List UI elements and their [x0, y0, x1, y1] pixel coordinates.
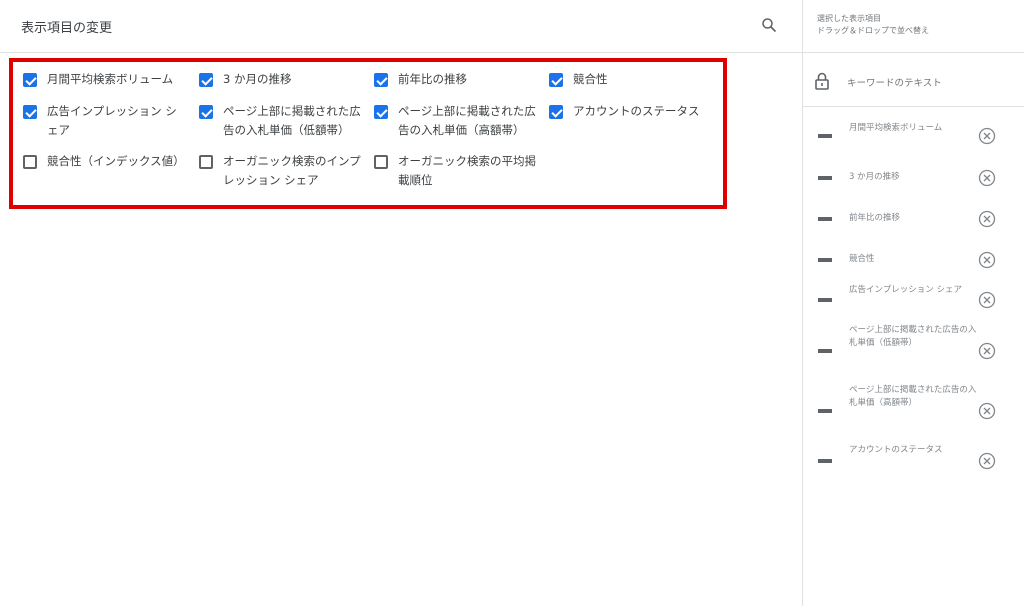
header: 表示項目の変更 — [0, 0, 802, 53]
selected-item-label: アカウントのステータス — [849, 445, 943, 455]
option-top-of-page-bid-high[interactable]: ページ上部に掲載された広告の入札単価（高額帯） — [374, 102, 539, 140]
selected-item[interactable]: 3 か月の推移 — [803, 164, 1024, 194]
remove-circle-icon[interactable] — [978, 127, 996, 145]
keyword-text-label: キーワードのテキスト — [847, 78, 942, 89]
selected-columns-title: 選択した表示項目 ドラッグ＆ドロップで並べ替え — [817, 13, 929, 37]
option-organic-average-position[interactable]: オーガニック検索の平均掲載順位 — [374, 152, 539, 190]
selected-item-label: 3 か月の推移 — [849, 172, 900, 182]
option-three-month-trend[interactable]: 3 か月の推移 — [199, 70, 364, 89]
selected-item-label: ページ上部に掲載された広告の入札単価（高額帯） — [849, 385, 977, 408]
drag-handle-icon[interactable] — [818, 258, 832, 262]
remove-circle-icon[interactable] — [978, 169, 996, 187]
selected-item[interactable]: ページ上部に掲載された広告の入札単価（高額帯） — [803, 382, 1024, 432]
remove-circle-icon[interactable] — [978, 291, 996, 309]
selected-columns-title-line2: ドラッグ＆ドロップで並べ替え — [817, 26, 929, 35]
lock-icon — [815, 72, 829, 90]
option-label: 月間平均検索ボリューム — [47, 72, 174, 86]
remove-circle-icon[interactable] — [978, 452, 996, 470]
checkbox[interactable] — [549, 73, 563, 87]
checkbox[interactable] — [549, 105, 563, 119]
remove-circle-icon[interactable] — [978, 251, 996, 269]
option-ad-impression-share[interactable]: 広告インプレッション シェア — [23, 102, 188, 140]
option-label: 3 か月の推移 — [223, 72, 292, 86]
option-label: 競合性（インデックス値） — [47, 154, 185, 168]
remove-circle-icon[interactable] — [978, 342, 996, 360]
selected-item-label: 広告インプレッション シェア — [849, 285, 962, 295]
search-button[interactable] — [760, 16, 782, 38]
selected-item-label: 競合性 — [849, 254, 875, 264]
checkbox[interactable] — [23, 105, 37, 119]
keyword-text-row: キーワードのテキスト — [803, 60, 1024, 107]
checkbox[interactable] — [199, 155, 213, 169]
drag-handle-icon[interactable] — [818, 134, 832, 138]
option-label: ページ上部に掲載された広告の入札単価（低額帯） — [223, 104, 361, 137]
selected-item-label: 前年比の推移 — [849, 213, 901, 223]
drag-handle-icon[interactable] — [818, 349, 832, 353]
selected-item-label: 月間平均検索ボリューム — [849, 123, 943, 133]
drag-handle-icon[interactable] — [818, 298, 832, 302]
drag-handle-icon[interactable] — [818, 409, 832, 413]
selected-columns-title-line1: 選択した表示項目 — [817, 14, 881, 23]
option-label: オーガニック検索のインプレッション シェア — [223, 154, 361, 187]
option-yoy-trend[interactable]: 前年比の推移 — [374, 70, 539, 89]
selected-item[interactable]: 競合性 — [803, 246, 1024, 276]
page-title: 表示項目の変更 — [21, 21, 113, 36]
option-monthly-search-volume[interactable]: 月間平均検索ボリューム — [23, 70, 188, 89]
checkbox[interactable] — [199, 105, 213, 119]
option-label: 競合性 — [573, 72, 608, 86]
option-label: アカウントのステータス — [573, 104, 700, 118]
checkbox[interactable] — [23, 155, 37, 169]
option-label: ページ上部に掲載された広告の入札単価（高額帯） — [398, 104, 536, 137]
option-top-of-page-bid-low[interactable]: ページ上部に掲載された広告の入札単価（低額帯） — [199, 102, 364, 140]
selected-item[interactable]: アカウントのステータス — [803, 442, 1024, 478]
selected-item[interactable]: 広告インプレッション シェア — [803, 282, 1024, 318]
column-picker-main: 表示項目の変更 月間平均検索ボリューム 3 か月の推移 前年比の推移 競合性 広… — [0, 0, 802, 606]
selected-item[interactable]: ページ上部に掲載された広告の入札単価（低額帯） — [803, 322, 1024, 372]
option-competition-index[interactable]: 競合性（インデックス値） — [23, 152, 193, 171]
option-label: 広告インプレッション シェア — [47, 104, 177, 137]
remove-circle-icon[interactable] — [978, 402, 996, 420]
options-highlight-box: 月間平均検索ボリューム 3 か月の推移 前年比の推移 競合性 広告インプレッショ… — [9, 58, 727, 209]
checkbox[interactable] — [374, 105, 388, 119]
checkbox[interactable] — [374, 73, 388, 87]
option-label: 前年比の推移 — [398, 72, 467, 86]
checkbox[interactable] — [199, 73, 213, 87]
option-label: オーガニック検索の平均掲載順位 — [398, 154, 536, 187]
drag-handle-icon[interactable] — [818, 217, 832, 221]
selected-columns-header: 選択した表示項目 ドラッグ＆ドロップで並べ替え — [803, 0, 1024, 53]
drag-handle-icon[interactable] — [818, 459, 832, 463]
search-icon — [762, 18, 776, 32]
drag-handle-icon[interactable] — [818, 176, 832, 180]
selected-item-label: ページ上部に掲載された広告の入札単価（低額帯） — [849, 325, 977, 348]
selected-columns-panel: 選択した表示項目 ドラッグ＆ドロップで並べ替え キーワードのテキスト 月間平均検… — [803, 0, 1024, 606]
checkbox[interactable] — [23, 73, 37, 87]
selected-item[interactable]: 前年比の推移 — [803, 205, 1024, 235]
selected-item[interactable]: 月間平均検索ボリューム — [803, 118, 1024, 156]
option-competition[interactable]: 競合性 — [549, 70, 714, 89]
remove-circle-icon[interactable] — [978, 210, 996, 228]
option-organic-impression-share[interactable]: オーガニック検索のインプレッション シェア — [199, 152, 364, 190]
checkbox[interactable] — [374, 155, 388, 169]
option-account-status[interactable]: アカウントのステータス — [549, 102, 719, 121]
